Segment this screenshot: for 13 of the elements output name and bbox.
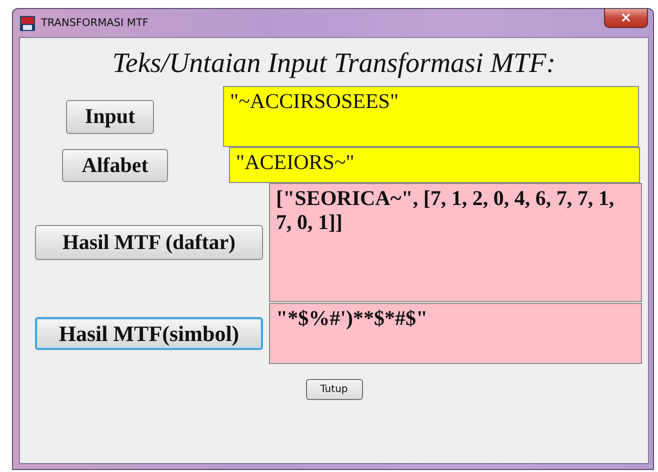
action-button[interactable]: Hasil MTF(simbol) <box>35 317 263 350</box>
app-icon <box>20 16 35 30</box>
action-button[interactable]: Alfabet <box>62 148 168 182</box>
close-button[interactable]: × <box>604 9 648 28</box>
output-field: "*$%#')**$*#$" <box>269 303 642 364</box>
heading: Teks/Untaian Input Transformasi MTF: <box>111 48 557 80</box>
input-field[interactable]: "~ACCIRSOSEES" <box>223 86 639 147</box>
output-field: ["SEORICA~", [7, 1, 2, 0, 4, 6, 7, 7, 1, 7, 0, 1]] <box>269 183 642 302</box>
action-button[interactable]: Hasil MTF (daftar) <box>35 225 263 260</box>
action-button[interactable]: Input <box>66 100 154 134</box>
input-field[interactable]: "ACEIORS~" <box>229 147 640 183</box>
close-button[interactable]: Tutup <box>306 379 362 400</box>
window-title: TRANSFORMASI MTF <box>41 17 148 29</box>
